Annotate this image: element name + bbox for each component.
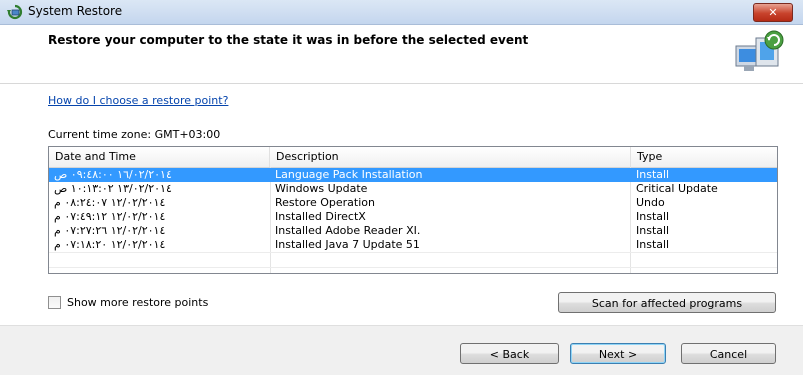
row-description: Restore Operation <box>275 196 375 209</box>
show-more-label: Show more restore points <box>67 296 209 309</box>
restore-computer-icon <box>735 30 784 71</box>
page-heading: Restore your computer to the state it wa… <box>48 33 529 47</box>
row-type: Install <box>636 210 670 223</box>
row-description: Installed DirectX <box>275 210 366 223</box>
back-button[interactable]: < Back <box>460 343 559 364</box>
system-restore-window: System Restore ✕ Restore your computer t… <box>0 0 803 375</box>
row-date: ١٦/٠٢/٢٠١٤ ٠٩:٤٨:٠٠ ص <box>54 168 172 181</box>
list-rows: ١٦/٠٢/٢٠١٤ ٠٩:٤٨:٠٠ ص Language Pack Insta… <box>49 168 777 282</box>
header-panel: Restore your computer to the state it wa… <box>0 25 803 84</box>
scan-affected-programs-button[interactable]: Scan for affected programs <box>558 292 776 313</box>
table-row[interactable]: ١٣/٠٢/٢٠١٤ ١٠:١٣:٠٢ ص Windows Update Criti… <box>49 182 777 196</box>
row-description: Installed Java 7 Update 51 <box>275 238 420 251</box>
title-bar[interactable]: System Restore ✕ <box>0 0 803 25</box>
window-title: System Restore <box>28 4 123 18</box>
close-button[interactable]: ✕ <box>753 3 793 22</box>
table-row[interactable]: ١٢/٠٢/٢٠١٤ ٠٧:١٨:٢٠ م Installed Java 7 Up… <box>49 238 777 252</box>
row-type: Undo <box>636 196 665 209</box>
row-description: Installed Adobe Reader XI. <box>275 224 421 237</box>
cancel-button[interactable]: Cancel <box>681 343 776 364</box>
time-zone-label: Current time zone: GMT+03:00 <box>48 128 221 141</box>
next-button[interactable]: Next > <box>570 343 666 364</box>
row-type: Install <box>636 224 670 237</box>
table-row[interactable]: ١٦/٠٢/٢٠١٤ ٠٩:٤٨:٠٠ ص Language Pack Insta… <box>49 168 777 182</box>
list-header: Date and Time Description Type <box>49 147 777 168</box>
row-type: Install <box>636 168 670 181</box>
empty-row <box>49 267 777 282</box>
show-more-checkbox[interactable] <box>48 296 61 309</box>
column-header-description[interactable]: Description <box>270 147 631 167</box>
row-type: Critical Update <box>636 182 718 195</box>
column-header-type[interactable]: Type <box>631 147 777 167</box>
row-date: ١٢/٠٢/٢٠١٤ ٠٧:٤٩:١٢ م <box>54 210 166 223</box>
help-link[interactable]: How do I choose a restore point? <box>48 94 228 107</box>
column-header-date[interactable]: Date and Time <box>49 147 270 167</box>
table-row[interactable]: ١٢/٠٢/٢٠١٤ ٠٧:٢٧:٢٦ م Installed Adobe Rea… <box>49 224 777 238</box>
empty-row <box>49 252 777 267</box>
close-icon: ✕ <box>768 6 778 19</box>
row-date: ١٢/٠٢/٢٠١٤ ٠٧:١٨:٢٠ م <box>54 238 166 251</box>
row-date: ١٢/٠٢/٢٠١٤ ٠٧:٢٧:٢٦ م <box>54 224 166 237</box>
restore-points-list[interactable]: Date and Time Description Type ١٦/٠٢/٢٠١… <box>48 146 778 274</box>
content-area: How do I choose a restore point? Current… <box>0 84 803 324</box>
system-restore-icon <box>7 4 23 20</box>
row-date: ١٢/٠٢/٢٠١٤ ٠٨:٢٤:٠٧ م <box>54 196 166 209</box>
footer-bar: < Back Next > Cancel <box>0 325 803 375</box>
table-row[interactable]: ١٢/٠٢/٢٠١٤ ٠٧:٤٩:١٢ م Installed DirectX In… <box>49 210 777 224</box>
row-description: Language Pack Installation <box>275 168 423 181</box>
table-row[interactable]: ١٢/٠٢/٢٠١٤ ٠٨:٢٤:٠٧ م Restore Operation Un… <box>49 196 777 210</box>
row-type: Install <box>636 238 670 251</box>
row-date: ١٣/٠٢/٢٠١٤ ١٠:١٣:٠٢ ص <box>54 182 172 195</box>
row-description: Windows Update <box>275 182 368 195</box>
